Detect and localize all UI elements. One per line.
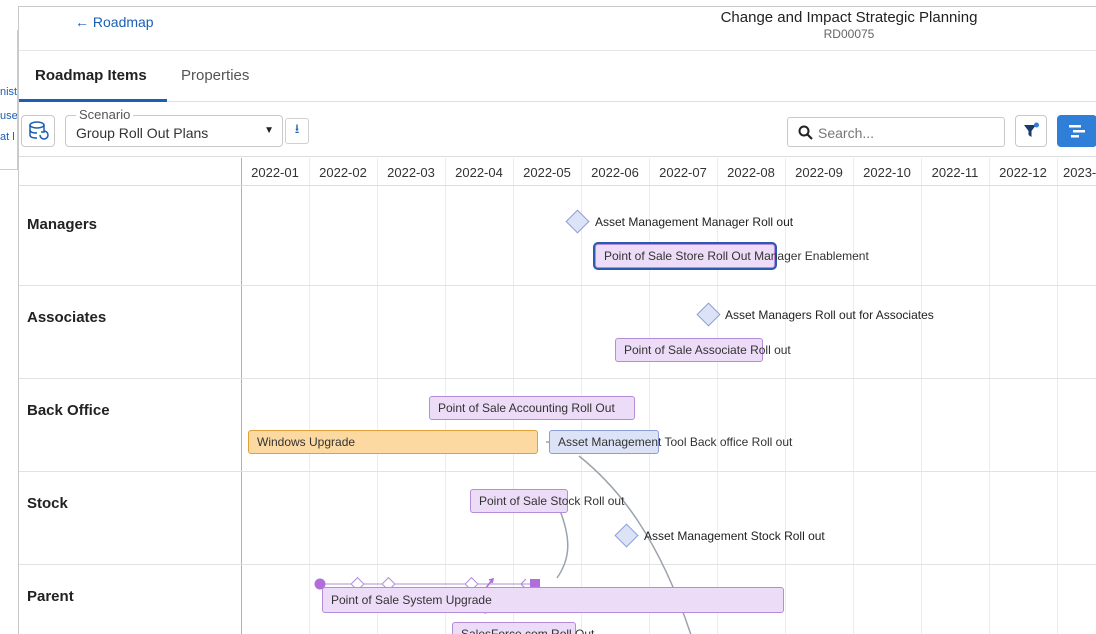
tab-properties[interactable]: Properties — [181, 67, 249, 84]
filter-button[interactable] — [1015, 115, 1047, 147]
roadmap-bar[interactable]: Windows Upgrade — [248, 430, 538, 454]
active-tab-indicator — [19, 99, 167, 102]
child-roadmap-bar[interactable]: SalesForce.com Roll Out — [452, 622, 594, 634]
branch-icon: ⭳ — [294, 121, 300, 136]
roadmap-bar-selected[interactable]: Point of Sale Store Roll Out Manager Ena… — [595, 244, 869, 268]
search-box[interactable] — [787, 117, 1005, 147]
background-sidebar-item[interactable]: at l — [0, 131, 15, 143]
scenario-value: Group Roll Out Plans — [76, 125, 209, 141]
scenario-label: Scenario — [76, 107, 134, 122]
background-sidebar-item[interactable]: nist — [0, 86, 17, 98]
search-icon — [798, 125, 813, 140]
roadmap-record-id: RD00075 — [823, 27, 875, 41]
toolbar: Scenario Group Roll Out Plans ▼ ⭳ — [19, 103, 1096, 157]
milestone-label[interactable]: Asset Management Stock Roll out — [644, 529, 825, 543]
filter-icon — [1024, 122, 1039, 137]
roadmap-title: Change and Impact Strategic Planning — [720, 9, 978, 26]
background-sidebar-item[interactable]: use — [0, 110, 17, 122]
roadmap-bar[interactable]: Asset Management Tool Back office Roll o… — [549, 430, 792, 454]
roadmap-timeline: 2022-01 2022-02 2022-03 2022-04 2022-05 … — [19, 158, 1096, 634]
milestone-label[interactable]: Asset Management Manager Roll out — [595, 215, 793, 229]
caret-down-icon: ▼ — [264, 125, 274, 136]
roadmap-bar[interactable]: Point of Sale Stock Roll out — [470, 489, 624, 513]
roadmap-bar[interactable]: Point of Sale Associate Roll out — [615, 338, 791, 362]
search-input[interactable] — [818, 123, 998, 143]
roadmap-panel: ← Roadmap Change and Impact Strategic Pl… — [18, 6, 1096, 634]
scenario-database-button[interactable] — [21, 115, 55, 147]
tab-bar: Roadmap Items Properties — [19, 50, 1096, 102]
background-sidebar: nist use at l — [0, 30, 18, 170]
parent-roadmap-bar[interactable]: Point of Sale System Upgrade — [322, 587, 784, 613]
branch-scenario-button[interactable]: ⭳ — [285, 118, 309, 144]
gantt-icon — [1069, 125, 1085, 138]
gantt-view-button[interactable] — [1057, 115, 1096, 147]
back-to-roadmap-link[interactable]: ← Roadmap — [75, 14, 154, 30]
scenario-select[interactable]: Scenario Group Roll Out Plans ▼ — [65, 107, 283, 147]
milestone-label[interactable]: Asset Managers Roll out for Associates — [725, 308, 934, 322]
roadmap-bar[interactable]: Point of Sale Accounting Roll Out — [429, 396, 635, 420]
tab-roadmap-items[interactable]: Roadmap Items — [35, 67, 147, 84]
database-sync-icon — [29, 121, 49, 140]
